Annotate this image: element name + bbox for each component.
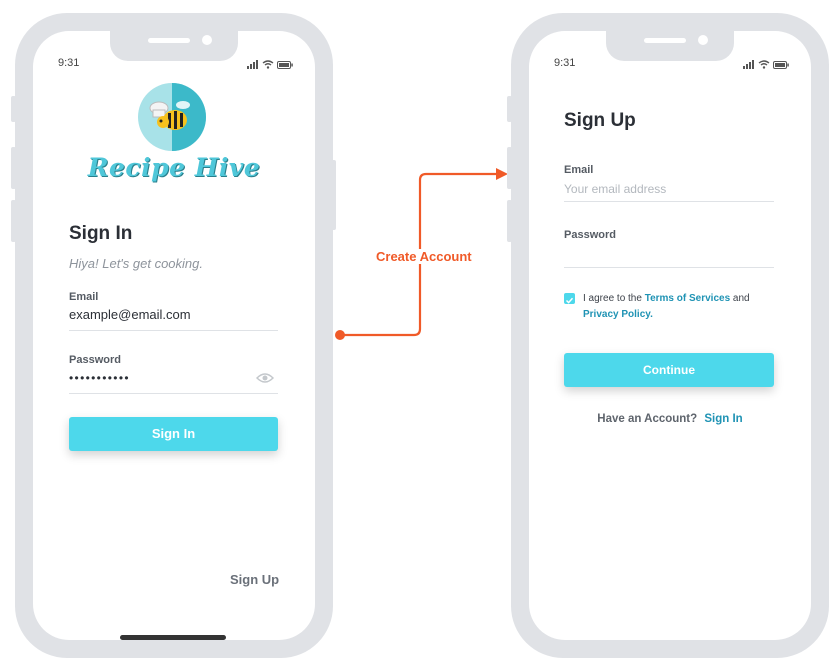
recipe-hive-logo-icon xyxy=(137,82,207,152)
have-account-row: Have an Account? Sign In xyxy=(529,413,811,425)
password-underline xyxy=(564,267,774,268)
camera-dot xyxy=(202,35,212,45)
phone-side-button xyxy=(11,200,16,242)
email-underline xyxy=(69,330,278,331)
speaker-grille xyxy=(148,38,190,43)
password-label: Password xyxy=(564,229,616,241)
battery-icon xyxy=(773,56,789,74)
phone-frame-signup: 9:31 Sign Up Email Your email address Pa… xyxy=(511,13,829,658)
wifi-icon xyxy=(758,56,770,74)
check-icon xyxy=(565,297,574,304)
page-subtitle: Hiya! Let's get cooking. xyxy=(69,256,203,271)
terms-of-services-link[interactable]: Terms of Services xyxy=(645,293,730,304)
password-field[interactable] xyxy=(564,245,774,265)
signin-link[interactable]: Sign In xyxy=(704,413,742,425)
phone-side-button xyxy=(507,96,512,122)
brand-name: Recipe Hive xyxy=(87,153,261,182)
status-icons xyxy=(247,56,293,74)
password-field[interactable]: • • • • • • • • • • • xyxy=(69,371,129,385)
camera-dot xyxy=(698,35,708,45)
status-time: 9:31 xyxy=(554,57,576,69)
terms-and: and xyxy=(732,293,750,304)
signup-link[interactable]: Sign Up xyxy=(230,572,279,587)
page-title: Sign In xyxy=(69,223,133,244)
terms-checkbox[interactable] xyxy=(564,293,575,304)
phone-side-button xyxy=(11,96,16,122)
phone-notch xyxy=(606,31,734,61)
terms-prefix: I agree to the xyxy=(583,293,642,304)
signin-button[interactable]: Sign In xyxy=(69,417,278,451)
signup-screen: 9:31 Sign Up Email Your email address Pa… xyxy=(529,31,811,640)
email-underline xyxy=(564,201,774,202)
phone-frame-signin: 9:31 Recipe Hive Sign In Hiya! Let's get… xyxy=(15,13,333,658)
phone-side-button xyxy=(507,147,512,189)
status-time: 9:31 xyxy=(58,57,80,69)
signin-screen: 9:31 Recipe Hive Sign In Hiya! Let's get… xyxy=(33,31,315,640)
page-title: Sign Up xyxy=(564,110,636,131)
eye-icon[interactable] xyxy=(255,371,275,389)
phone-side-button xyxy=(507,200,512,242)
status-icons xyxy=(743,56,789,74)
email-label: Email xyxy=(564,164,594,176)
phone-notch xyxy=(110,31,238,61)
signal-icon xyxy=(743,56,755,74)
phone-side-button xyxy=(11,147,16,189)
wifi-icon xyxy=(262,56,274,74)
flow-label: Create Account xyxy=(375,249,473,264)
privacy-policy-link[interactable]: Privacy Policy. xyxy=(583,309,653,320)
email-field[interactable]: example@email.com xyxy=(69,307,191,322)
have-account-text: Have an Account? xyxy=(597,413,698,425)
signal-icon xyxy=(247,56,259,74)
terms-text: I agree to the Terms of Services and Pri… xyxy=(583,291,783,323)
continue-button[interactable]: Continue xyxy=(564,353,774,387)
password-label: Password xyxy=(69,354,121,366)
battery-icon xyxy=(277,56,293,74)
email-label: Email xyxy=(69,291,99,303)
password-underline xyxy=(69,393,278,394)
speaker-grille xyxy=(644,38,686,43)
home-indicator xyxy=(120,635,226,640)
email-field[interactable]: Your email address xyxy=(564,182,666,196)
